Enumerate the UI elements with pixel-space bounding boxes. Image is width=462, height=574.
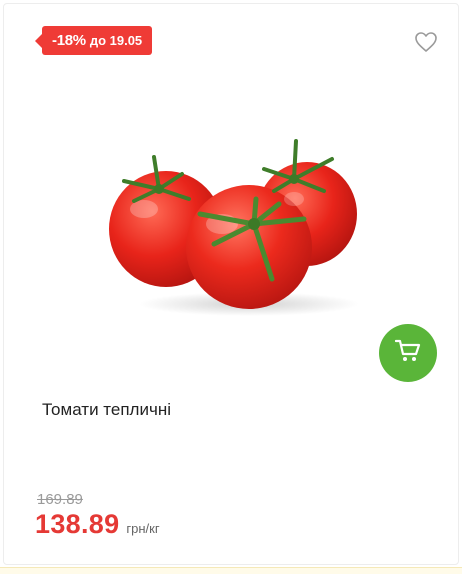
shopping-cart-icon: [394, 339, 421, 368]
discount-badge: -18% до 19.05: [35, 26, 152, 55]
add-to-cart-button[interactable]: [379, 324, 437, 382]
bottom-strip: [0, 567, 462, 574]
current-price: 138.89: [35, 509, 120, 539]
heart-icon[interactable]: [414, 31, 438, 53]
product-image[interactable]: [104, 129, 374, 319]
price-row: 138.89 грн/кг: [35, 509, 160, 540]
discount-percent: -18%: [52, 32, 86, 49]
product-title[interactable]: Томати тепличні: [42, 400, 171, 420]
old-price: 169.89: [37, 491, 83, 508]
price-unit: грн/кг: [126, 521, 160, 536]
discount-until-date: до 19.05: [89, 33, 143, 48]
product-card[interactable]: -18% до 19.05 Томати тепличні 169.89 138…: [3, 3, 459, 565]
